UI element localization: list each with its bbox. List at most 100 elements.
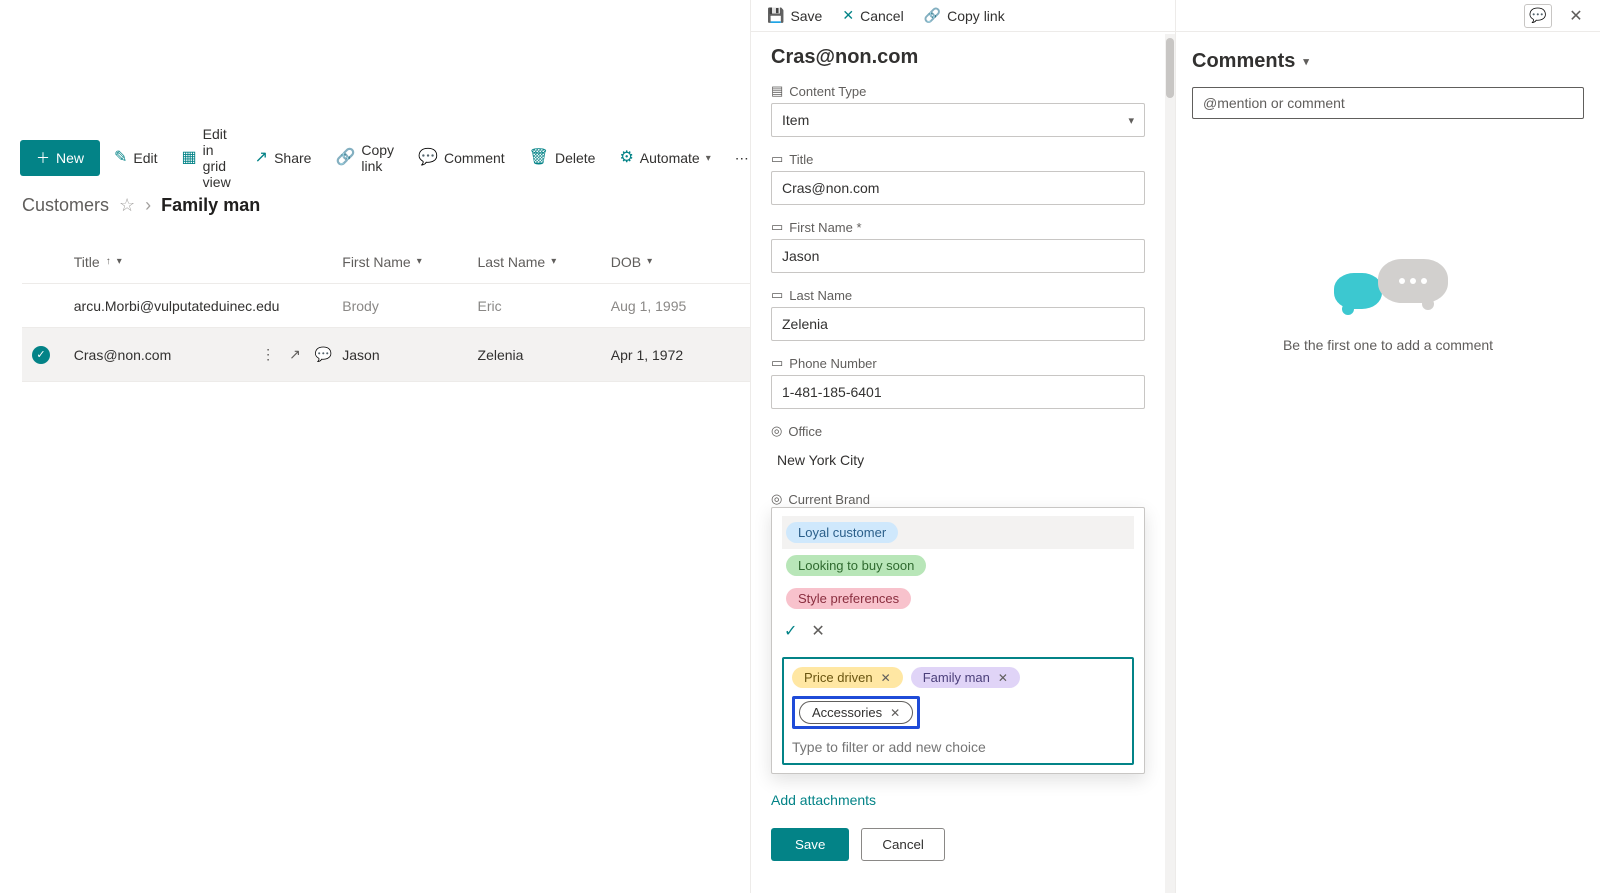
comments-empty-state: Be the first one to add a comment	[1192, 259, 1584, 353]
choice-icon: ◎	[771, 423, 782, 439]
list-grid: Title ↑ ▾ First Name▾ Last Name▾ DOB▾ ar…	[22, 240, 750, 382]
empty-text: Be the first one to add a comment	[1192, 337, 1584, 353]
phone-field[interactable]: 1-481-185-6401	[771, 375, 1145, 409]
choice-filter-input[interactable]	[792, 739, 1124, 755]
label-current-brand: Current Brand	[788, 492, 870, 507]
remove-tag-icon[interactable]: ✕	[881, 671, 891, 685]
ellipsis-icon: ⋯	[735, 150, 749, 167]
cell-first: Jason	[342, 347, 477, 363]
header-first-name[interactable]: First Name▾	[342, 254, 477, 270]
panel-toolbar: 💾 Save ✕ Cancel 🔗 Copy link	[751, 0, 1175, 32]
chevron-down-icon: ▾	[551, 256, 556, 267]
choice-option[interactable]: Looking to buy soon	[782, 549, 1134, 582]
chevron-right-icon: ›	[145, 195, 151, 216]
chevron-down-icon[interactable]: ▾	[1303, 55, 1309, 68]
chevron-down-icon: ▾	[647, 256, 652, 267]
tag-accessories[interactable]: Accessories ✕	[799, 701, 913, 724]
new-label: New	[56, 150, 84, 166]
choice-option[interactable]: Style preferences	[782, 582, 1134, 615]
last-name-field[interactable]: Zelenia	[771, 307, 1145, 341]
office-field[interactable]: New York City	[771, 443, 1145, 477]
remove-tag-icon[interactable]: ✕	[998, 671, 1008, 685]
cancel-icon[interactable]: ✕	[811, 621, 824, 641]
label-phone: Phone Number	[789, 356, 876, 371]
scrollbar[interactable]	[1165, 34, 1175, 893]
cell-title: Cras@non.com	[74, 347, 171, 363]
grid-icon: ▦	[182, 150, 197, 166]
panel-copylink-button[interactable]: 🔗 Copy link	[916, 3, 1013, 28]
close-panel-icon[interactable]: ✕	[1562, 4, 1590, 28]
breadcrumb: Customers ☆ › Family man	[22, 195, 260, 216]
comments-title: Comments ▾	[1192, 50, 1584, 73]
header-title[interactable]: Title ↑ ▾	[74, 254, 343, 270]
comment-icon[interactable]: 💬	[315, 346, 332, 363]
add-attachments-link[interactable]: Add attachments	[771, 792, 1145, 808]
choice-pill: Style preferences	[786, 588, 911, 609]
new-button[interactable]: ＋ New	[20, 140, 100, 176]
automate-button[interactable]: ⚙ Automate ▾	[609, 144, 720, 172]
comment-input[interactable]: @mention or comment	[1192, 87, 1584, 119]
first-name-field[interactable]: Jason	[771, 239, 1145, 273]
flow-icon: ⚙	[619, 150, 633, 166]
accept-icon[interactable]: ✓	[784, 621, 797, 641]
highlighted-tag: Accessories ✕	[792, 696, 920, 729]
plus-icon: ＋	[36, 148, 50, 168]
title-field[interactable]: Cras@non.com	[771, 171, 1145, 205]
cancel-button[interactable]: Cancel	[861, 828, 945, 861]
comments-panel: 💬 ✕ Comments ▾ @mention or comment Be th…	[1175, 0, 1600, 893]
text-icon: ▭	[771, 355, 783, 371]
command-bar: ＋ New ✎ Edit ▦ Edit in grid view ↗ Share…	[20, 120, 759, 196]
comment-toggle-icon[interactable]: 💬	[1524, 4, 1552, 28]
share-button[interactable]: ↗ Share	[245, 144, 322, 172]
label-title: Title	[789, 152, 813, 167]
copylink-button[interactable]: 🔗 Copy link	[325, 136, 404, 180]
content-type-icon: ▤	[771, 83, 783, 99]
panel-cancel-button[interactable]: ✕ Cancel	[834, 3, 911, 28]
row-selected-icon[interactable]: ✓	[32, 346, 50, 364]
content-type-select[interactable]: Item ▾	[771, 103, 1145, 137]
scrollbar-thumb[interactable]	[1166, 38, 1174, 98]
label-content-type: Content Type	[789, 84, 866, 99]
cell-dob: Apr 1, 1972	[611, 347, 750, 363]
choice-icon: ◎	[771, 491, 782, 507]
comment-button[interactable]: 💬 Comment	[408, 144, 515, 172]
save-button[interactable]: Save	[771, 828, 849, 861]
share-icon[interactable]: ↗	[289, 346, 301, 363]
close-icon: ✕	[842, 7, 854, 24]
edit-button[interactable]: ✎ Edit	[104, 144, 168, 172]
breadcrumb-root[interactable]: Customers	[22, 195, 109, 216]
panel-save-button[interactable]: 💾 Save	[759, 3, 830, 28]
tag-family-man[interactable]: Family man ✕	[911, 667, 1020, 688]
text-icon: ▭	[771, 219, 783, 235]
tag-price-driven[interactable]: Price driven ✕	[792, 667, 903, 688]
ellipsis-icon[interactable]: ⋮	[261, 346, 275, 363]
choice-pill: Loyal customer	[786, 522, 898, 543]
table-row[interactable]: arcu.Morbi@vulputateduinec.edu Brody Eri…	[22, 284, 750, 328]
bubble-icon	[1378, 259, 1448, 303]
header-last-name[interactable]: Last Name▾	[478, 254, 611, 270]
remove-tag-icon[interactable]: ✕	[890, 706, 900, 720]
chevron-down-icon: ▾	[1128, 114, 1134, 127]
bubble-icon	[1334, 273, 1382, 309]
panel-title: Cras@non.com	[771, 46, 1145, 69]
star-icon[interactable]: ☆	[119, 195, 135, 216]
share-icon: ↗	[255, 150, 268, 166]
text-icon: ▭	[771, 151, 783, 167]
link-icon: 🔗	[924, 7, 941, 24]
table-row-selected[interactable]: ✓ Cras@non.com ⋮ ↗ 💬 Jason Zelenia Apr 1…	[22, 328, 750, 382]
chevron-down-icon: ▾	[117, 256, 122, 267]
breadcrumb-leaf: Family man	[161, 195, 260, 216]
cell-last: Eric	[478, 298, 611, 314]
sort-asc-icon: ↑	[106, 256, 111, 267]
save-icon: 💾	[767, 7, 784, 24]
cell-first: Brody	[342, 298, 477, 314]
grid-header: Title ↑ ▾ First Name▾ Last Name▾ DOB▾	[22, 240, 750, 284]
label-first-name: First Name *	[789, 220, 861, 235]
text-icon: ▭	[771, 287, 783, 303]
header-dob[interactable]: DOB▾	[611, 254, 750, 270]
edit-grid-button[interactable]: ▦ Edit in grid view	[172, 120, 241, 196]
choice-option[interactable]: Loyal customer	[782, 516, 1134, 549]
choice-input[interactable]: Price driven ✕ Family man ✕ Accessories …	[782, 657, 1134, 765]
delete-button[interactable]: 🗑 Delete	[519, 144, 606, 172]
trash-icon: 🗑	[529, 150, 549, 166]
